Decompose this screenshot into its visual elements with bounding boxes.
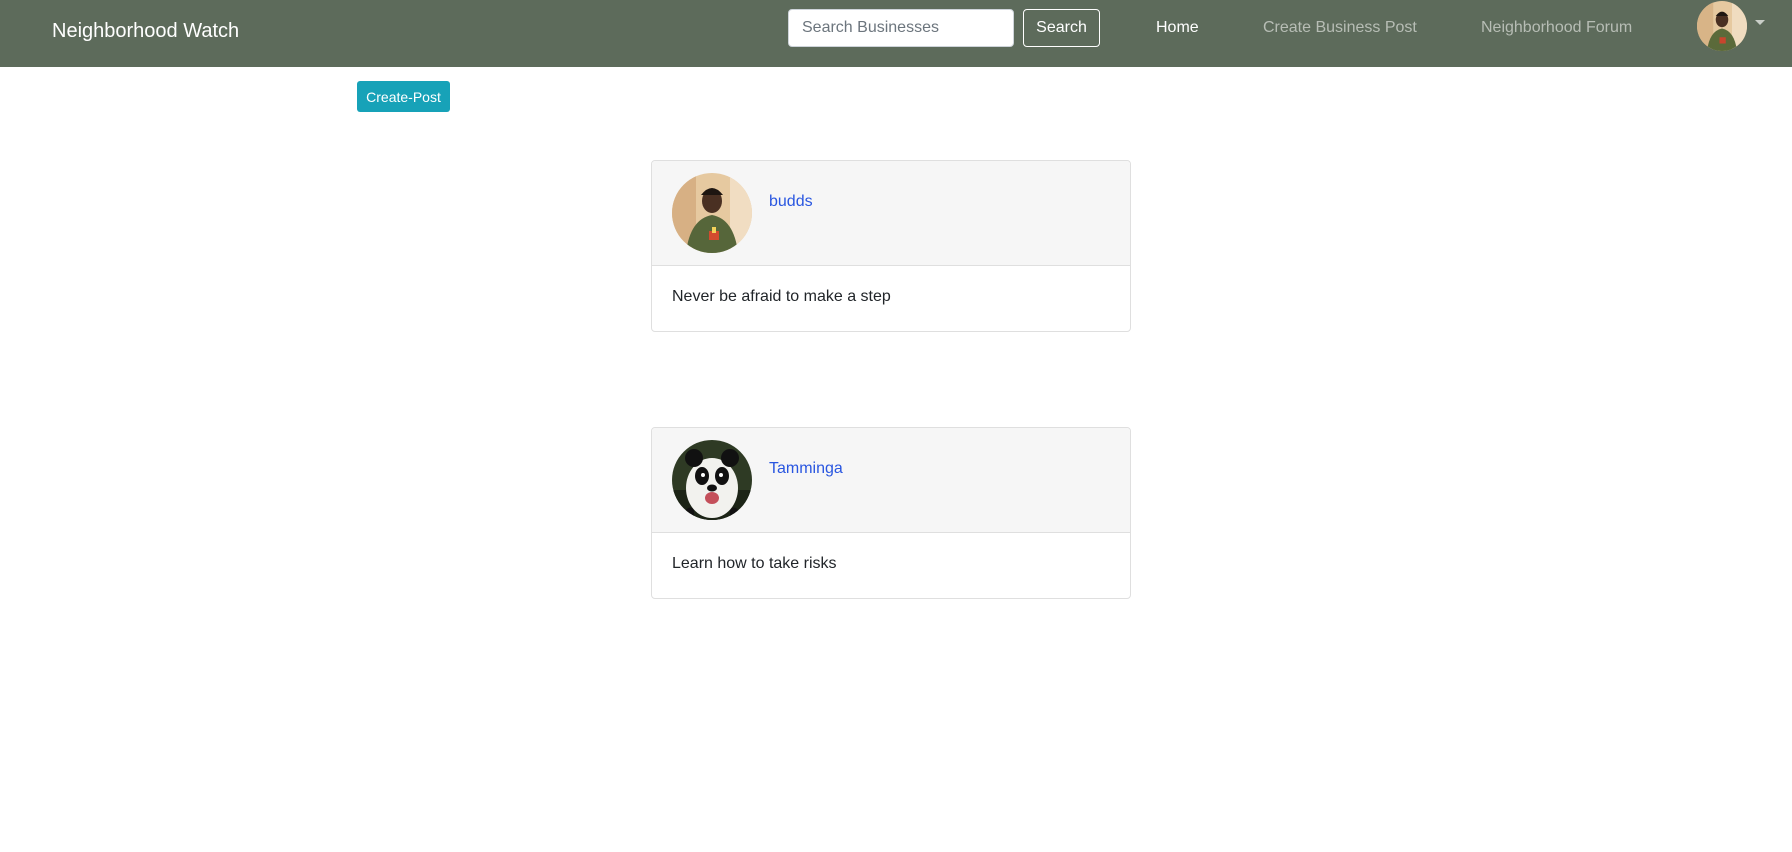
post-card-header: Tamminga [652,428,1130,533]
panda-avatar-image [672,440,752,520]
user-avatar-icon[interactable] [1697,1,1747,51]
panda-avatar-icon [672,440,752,520]
post-content: Learn how to take risks [672,555,837,572]
nav-link-home[interactable]: Home [1156,19,1199,37]
brand-link[interactable]: Neighborhood Watch [52,20,239,43]
caret-down-icon[interactable] [1755,20,1765,25]
user-avatar-image [1697,1,1747,51]
create-post-button[interactable]: Create-Post [357,81,450,112]
post-card: budds Never be afraid to make a step [651,160,1131,332]
person-avatar-icon [672,173,752,253]
post-card-header: budds [652,161,1130,266]
search-input[interactable] [788,9,1014,47]
nav-link-neighborhood-forum[interactable]: Neighborhood Forum [1481,19,1632,37]
post-username-link[interactable]: budds [769,193,813,211]
nav-link-create-business-post[interactable]: Create Business Post [1263,19,1417,37]
post-content: Never be afraid to make a step [672,288,891,305]
user-menu-dropdown[interactable] [1697,0,1767,52]
top-navbar: Neighborhood Watch Search Home Create Bu… [0,0,1792,67]
post-card: Tamminga Learn how to take risks [651,427,1131,599]
search-button[interactable]: Search [1023,9,1100,47]
post-username-link[interactable]: Tamminga [769,460,843,478]
person-avatar-image [672,173,752,253]
